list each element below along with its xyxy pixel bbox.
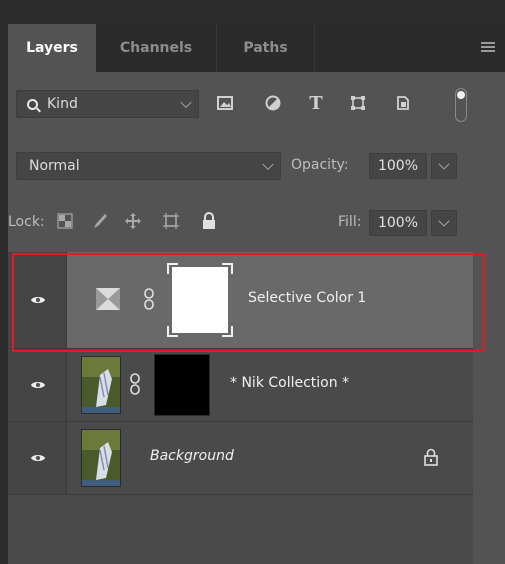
layer-mask-thumbnail[interactable] — [154, 354, 210, 416]
fill-dropdown[interactable] — [431, 210, 457, 236]
visibility-column — [8, 349, 67, 421]
visibility-column — [8, 422, 67, 494]
opacity-label: Opacity: — [291, 157, 349, 173]
eye-visibility-icon[interactable] — [30, 453, 46, 463]
lock-artboard-icon[interactable] — [160, 210, 182, 232]
type-filter-icon[interactable]: T — [307, 93, 325, 114]
opacity-input[interactable]: 100% — [369, 153, 427, 179]
opacity-dropdown[interactable] — [431, 153, 457, 179]
layer-name: Background — [150, 448, 234, 464]
adjustment-filter-icon[interactable] — [264, 94, 282, 112]
layers-panel: Layers Channels Paths Kind T Normal Opac… — [0, 0, 505, 564]
panel-left-edge — [0, 24, 8, 564]
chevron-down-icon — [438, 158, 450, 170]
lock-label: Lock: — [8, 214, 45, 230]
blend-mode-label: Normal — [29, 158, 80, 174]
tab-layers[interactable]: Layers — [8, 24, 96, 72]
layer-row-nik-collection[interactable]: * Nik Collection * — [8, 349, 473, 422]
chevron-down-icon — [438, 215, 450, 227]
layer-image-thumbnail — [81, 429, 121, 487]
lock-all-icon[interactable] — [198, 210, 220, 232]
filter-toggle-switch[interactable] — [455, 88, 467, 122]
panel-top-strip — [0, 0, 505, 25]
image-filter-icon[interactable] — [216, 94, 234, 112]
panel-menu-icon[interactable] — [481, 42, 495, 54]
fill-input[interactable]: 100% — [369, 210, 427, 236]
chevron-down-icon — [180, 96, 192, 109]
lock-position-icon[interactable] — [122, 210, 144, 232]
panel-tabs: Layers Channels Paths — [8, 24, 505, 72]
smart-object-filter-icon[interactable] — [394, 94, 412, 112]
layer-name: * Nik Collection * — [230, 375, 350, 391]
fill-label: Fill: — [338, 214, 362, 230]
tab-divider — [314, 24, 315, 72]
annotation-highlight-box — [12, 253, 485, 352]
layer-row-background[interactable]: Background — [8, 422, 473, 495]
lock-row: Lock: Fill: 100% — [8, 196, 505, 252]
filter-kind-label: Kind — [47, 96, 78, 112]
layer-lock-icon[interactable] — [424, 448, 438, 466]
tab-paths[interactable]: Paths — [217, 24, 314, 72]
blend-mode-dropdown[interactable]: Normal — [16, 152, 281, 180]
lock-image-pixels-icon[interactable] — [88, 210, 110, 232]
eye-visibility-icon[interactable] — [30, 380, 46, 390]
chevron-down-icon — [262, 158, 274, 171]
lock-transparent-pixels-icon[interactable] — [54, 210, 76, 232]
chain-link-icon[interactable] — [130, 373, 140, 395]
layer-list-empty-area — [8, 495, 473, 564]
filter-kind-dropdown[interactable]: Kind — [16, 90, 199, 118]
blend-mode-row: Normal Opacity: 100% — [8, 134, 505, 197]
layer-filter-row: Kind T — [8, 72, 505, 135]
search-icon — [27, 98, 38, 110]
layer-image-thumbnail — [81, 356, 121, 414]
tab-channels[interactable]: Channels — [96, 24, 216, 72]
shape-filter-icon[interactable] — [349, 94, 367, 112]
